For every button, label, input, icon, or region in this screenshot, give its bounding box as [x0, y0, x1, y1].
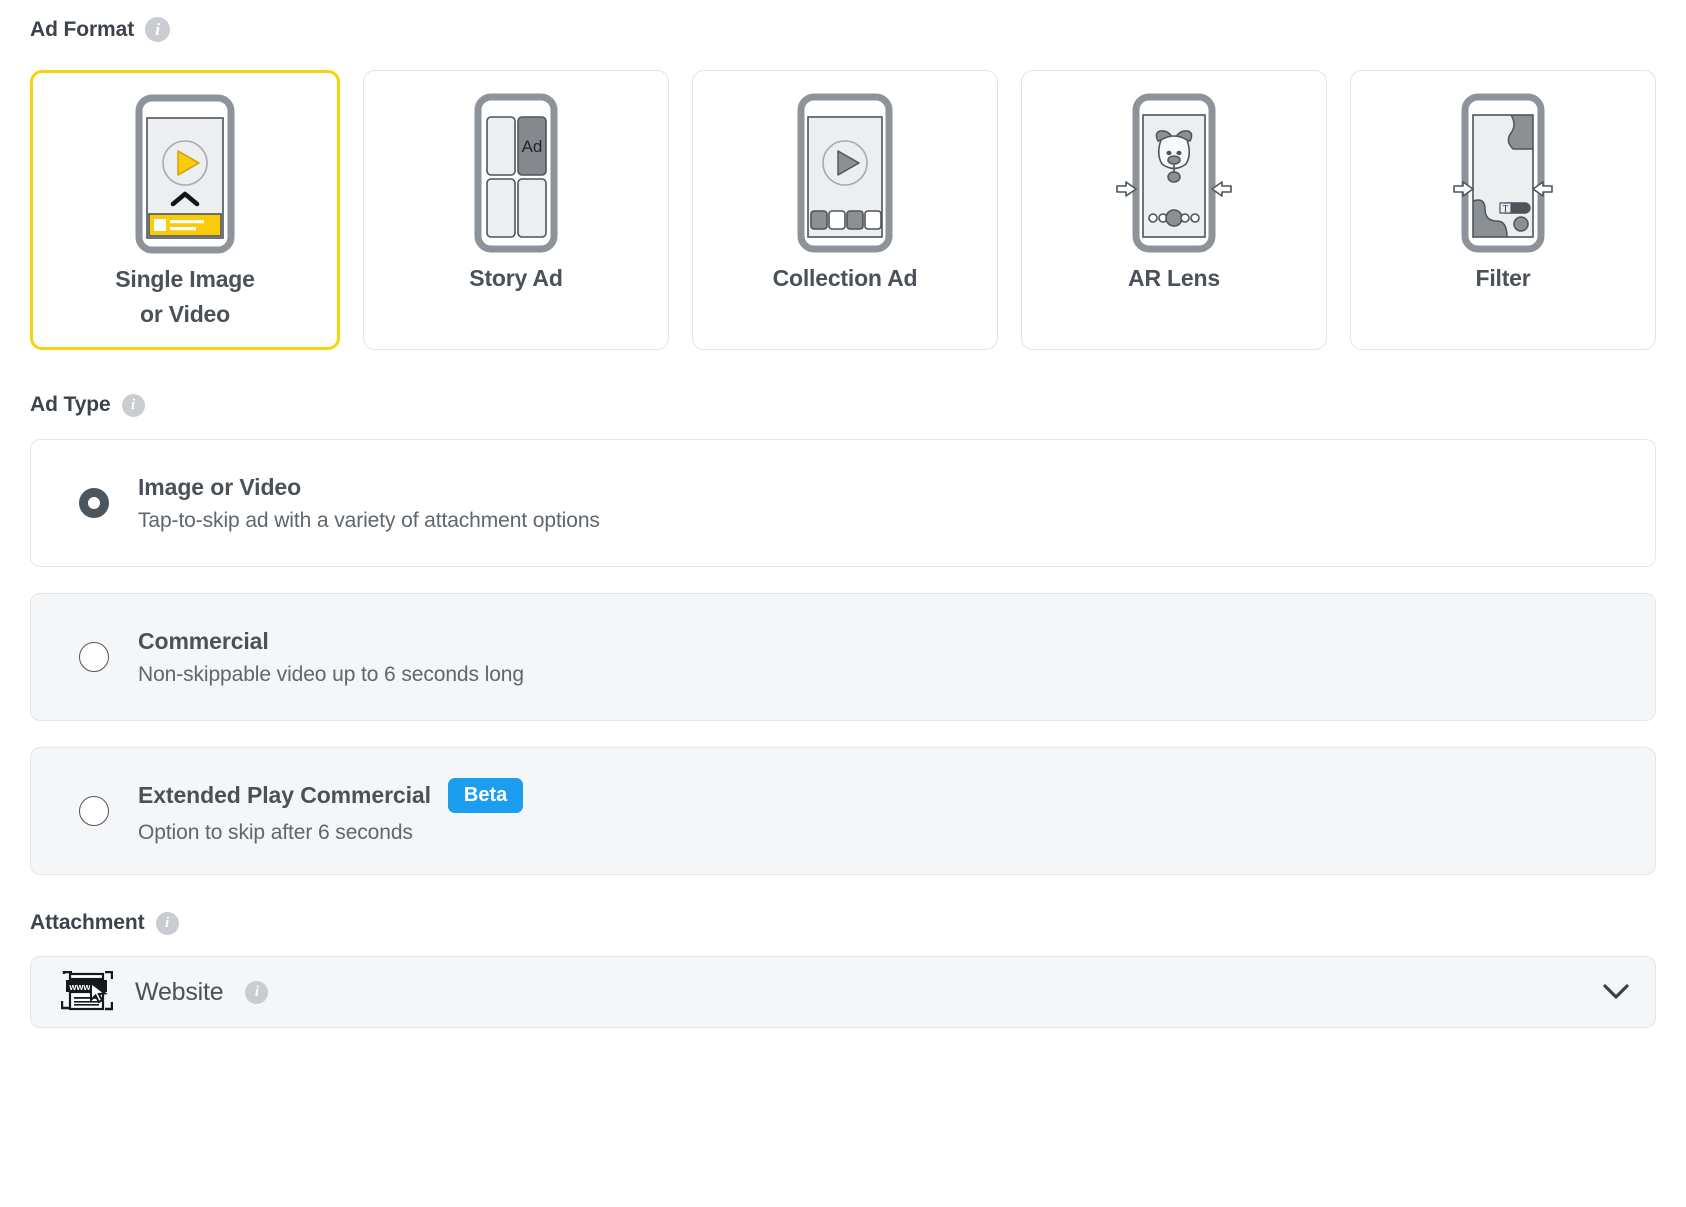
ad-type-title-line: Commercial	[138, 628, 524, 655]
ad-type-option-commercial[interactable]: Commercial Non-skippable video up to 6 s…	[30, 593, 1656, 721]
ad-type-title-line: Image or Video	[138, 474, 600, 501]
ad-format-card-label-line2: or Video	[140, 301, 230, 327]
ad-format-card-label: Collection Ad	[773, 261, 918, 297]
ad-format-card-label-line1: Single Image	[115, 266, 254, 292]
ad-type-option-extended-play-commercial[interactable]: Extended Play Commercial Beta Option to …	[30, 747, 1656, 875]
ad-format-card-single-image-or-video[interactable]: Single Image or Video	[30, 70, 340, 350]
ad-format-card-list: Single Image or Video Ad Story Ad	[30, 70, 1656, 350]
ad-format-card-filter[interactable]: T Filter	[1350, 70, 1656, 350]
svg-text:Ad: Ad	[522, 137, 543, 156]
info-icon[interactable]: i	[245, 981, 268, 1004]
phone-play-thumbnails-icon	[795, 93, 895, 253]
ad-setup-page: Ad Format i	[0, 17, 1686, 1028]
ad-format-card-label: Single Image or Video	[115, 262, 254, 333]
ad-format-card-ar-lens[interactable]: AR Lens	[1021, 70, 1327, 350]
ad-format-card-label: AR Lens	[1128, 261, 1220, 297]
attachment-section-label: Attachment i	[30, 911, 1656, 935]
ad-type-section-label: Ad Type i	[30, 393, 1656, 417]
beta-badge: Beta	[448, 778, 523, 813]
ad-type-option-description: Option to skip after 6 seconds	[138, 821, 523, 845]
ad-format-card-story-ad[interactable]: Ad Story Ad	[363, 70, 669, 350]
attachment-selected-value: www. Website i	[61, 971, 1603, 1013]
info-icon[interactable]: i	[156, 912, 179, 935]
phone-tile-grid-ad-icon: Ad	[466, 93, 566, 253]
svg-text:T: T	[1503, 204, 1509, 214]
radio-button[interactable]	[79, 488, 109, 518]
ad-format-card-collection-ad[interactable]: Collection Ad	[692, 70, 998, 350]
ad-type-option-description: Non-skippable video up to 6 seconds long	[138, 663, 524, 687]
ad-format-label-text: Ad Format	[30, 18, 134, 42]
ad-type-option-text: Extended Play Commercial Beta Option to …	[138, 768, 523, 855]
info-icon[interactable]: i	[122, 394, 145, 417]
ad-type-option-title: Image or Video	[138, 474, 301, 501]
radio-button[interactable]	[79, 796, 109, 826]
ad-format-section-label: Ad Format i	[30, 17, 1656, 42]
info-icon[interactable]: i	[145, 17, 170, 42]
ad-format-card-label: Story Ad	[469, 261, 562, 297]
phone-dog-lens-arrows-icon	[1114, 93, 1234, 253]
svg-text:www.: www.	[68, 982, 92, 992]
attachment-label-text: Attachment	[30, 911, 145, 935]
phone-filter-arrows-icon: T	[1443, 93, 1563, 253]
ad-type-title-line: Extended Play Commercial Beta	[138, 778, 523, 813]
ad-type-option-title: Extended Play Commercial	[138, 782, 431, 809]
ad-type-option-title: Commercial	[138, 628, 269, 655]
phone-play-swipe-up-icon	[135, 94, 235, 254]
ad-type-option-description: Tap-to-skip ad with a variety of attachm…	[138, 509, 600, 533]
ad-type-option-text: Commercial Non-skippable video up to 6 s…	[138, 618, 524, 697]
ad-type-label-text: Ad Type	[30, 393, 111, 417]
ad-format-card-label: Filter	[1475, 261, 1530, 297]
attachment-title: Website	[135, 978, 223, 1007]
chevron-down-icon[interactable]	[1603, 984, 1629, 1000]
radio-button[interactable]	[79, 642, 109, 672]
ad-type-option-text: Image or Video Tap-to-skip ad with a var…	[138, 464, 600, 543]
website-browser-cursor-icon: www.	[61, 971, 113, 1013]
attachment-select-website[interactable]: www. Website i	[30, 956, 1656, 1028]
ad-type-option-image-or-video[interactable]: Image or Video Tap-to-skip ad with a var…	[30, 439, 1656, 567]
ad-type-option-list: Image or Video Tap-to-skip ad with a var…	[30, 439, 1656, 875]
